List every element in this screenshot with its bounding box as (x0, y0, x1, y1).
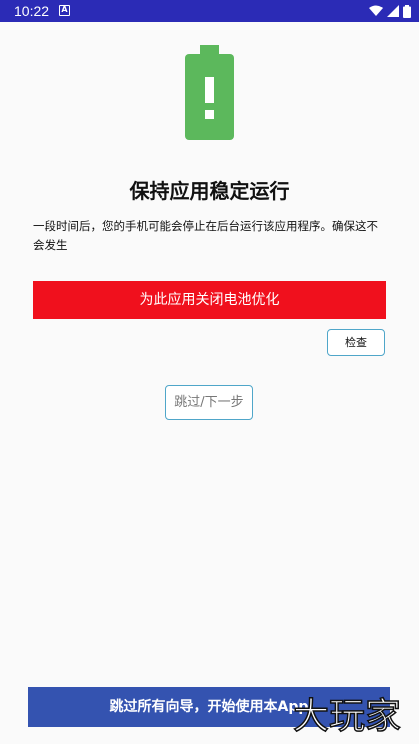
disable-battery-optimization-button[interactable]: 为此应用关闭电池优化 (33, 281, 386, 319)
skip-next-button[interactable]: 跳过/下一步 (165, 385, 253, 420)
check-button[interactable]: 检查 (327, 329, 385, 356)
watermark-text: 大玩家 (293, 696, 401, 737)
battery-alert-icon (185, 45, 234, 140)
description-text: 一段时间后，您的手机可能会停止在后台运行该应用程序。确保这不会发生 (33, 219, 378, 252)
wifi-icon (369, 5, 383, 16)
page-title: 保持应用稳定运行 (129, 179, 290, 203)
status-icons (369, 3, 411, 19)
signal-icon (387, 5, 399, 17)
battery-icon (403, 4, 411, 18)
watermark-logo: 大玩家 (292, 695, 402, 738)
status-time: 10:22 (14, 3, 50, 19)
screen: 10:22 A 保持应用稳定运行 一段时间后，您的手机可能会停止在后台运行该应用… (0, 0, 419, 744)
app-notification-icon: A (59, 5, 70, 16)
status-bar: 10:22 A (0, 0, 419, 22)
